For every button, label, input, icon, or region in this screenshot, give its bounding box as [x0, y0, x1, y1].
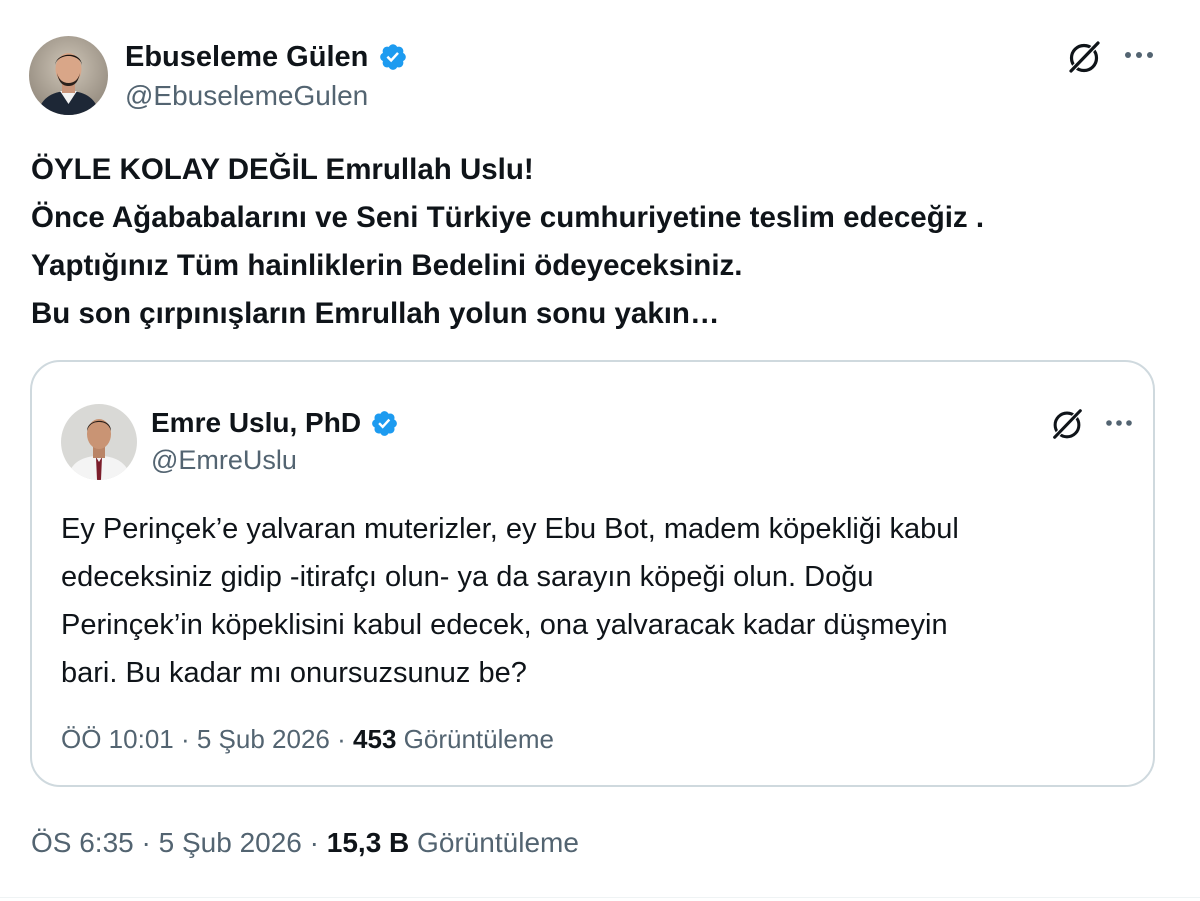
tweet-date[interactable]: 5 Şub 2026	[159, 827, 302, 858]
quoted-text-line: Perinçek’in köpeklisini kabul edecek, on…	[61, 609, 948, 641]
quoted-views-count[interactable]: 453	[353, 724, 396, 754]
avatar-image	[29, 36, 108, 115]
author-handle[interactable]: @EbuselemeGulen	[125, 80, 408, 112]
quoted-author-info: Emre Uslu, PhD @EmreUslu	[151, 405, 399, 476]
quoted-tweet-meta: ÖÖ 10:01 · 5 Şub 2026 · 453 Görüntüleme	[61, 724, 554, 755]
quoted-text-line: bari. Bu kadar mı onursuzsunuz be?	[61, 657, 527, 689]
grok-icon[interactable]	[1048, 405, 1086, 443]
views-label: Görüntüleme	[417, 827, 579, 858]
more-icon[interactable]	[1119, 40, 1159, 70]
tweet-page: Ebuseleme Gülen @EbuselemeGulen ÖYLE KOL…	[0, 0, 1200, 901]
quoted-tweet-card[interactable]: Emre Uslu, PhD @EmreUslu Ey Perinçek’e y…	[30, 360, 1155, 787]
grok-icon[interactable]	[1064, 37, 1104, 77]
tweet-text-line: Bu son çırpınışların Emrullah yolun sonu…	[31, 297, 720, 330]
author-info: Ebuseleme Gülen @EbuselemeGulen	[125, 38, 408, 112]
tweet-text-line: Yaptığınız Tüm hainliklerin Bedelini öde…	[31, 249, 743, 282]
meta-separator: ·	[141, 827, 151, 858]
tweet-meta: ÖS 6:35 · 5 Şub 2026 · 15,3 B Görüntülem…	[31, 827, 579, 859]
quoted-text-line: Ey Perinçek’e yalvaran muterizler, ey Eb…	[61, 513, 959, 545]
avatar-image	[61, 404, 137, 480]
meta-separator: ·	[180, 724, 190, 754]
author-name[interactable]: Ebuseleme Gülen	[125, 41, 368, 74]
author-avatar[interactable]	[29, 36, 108, 115]
verified-badge-icon	[378, 42, 408, 72]
quoted-tweet-time[interactable]: ÖÖ 10:01	[61, 724, 174, 754]
tweet-text-line: Önce Ağababalarını ve Seni Türkiye cumhu…	[31, 201, 985, 234]
quoted-author-avatar[interactable]	[61, 404, 137, 480]
views-count[interactable]: 15,3 B	[327, 827, 410, 858]
meta-separator: ·	[337, 724, 346, 754]
tweet-time[interactable]: ÖS 6:35	[31, 827, 134, 858]
verified-badge-icon	[370, 409, 399, 438]
quoted-tweet-text: Ey Perinçek’e yalvaran muterizler, ey Eb…	[61, 505, 1131, 697]
quoted-views-label: Görüntüleme	[403, 724, 554, 754]
meta-separator: ·	[309, 827, 319, 858]
quoted-text-line: edeceksiniz gidip -itirafçı olun- ya da …	[61, 561, 874, 593]
quoted-tweet-date[interactable]: 5 Şub 2026	[197, 724, 330, 754]
more-icon[interactable]	[1101, 409, 1137, 437]
quoted-author-handle[interactable]: @EmreUslu	[151, 445, 399, 476]
quoted-author-name[interactable]: Emre Uslu, PhD	[151, 407, 361, 439]
tweet-text: ÖYLE KOLAY DEĞİL Emrullah Uslu! Önce Ağa…	[31, 146, 1181, 338]
divider	[0, 897, 1200, 898]
tweet-text-line: ÖYLE KOLAY DEĞİL Emrullah Uslu!	[31, 153, 534, 186]
